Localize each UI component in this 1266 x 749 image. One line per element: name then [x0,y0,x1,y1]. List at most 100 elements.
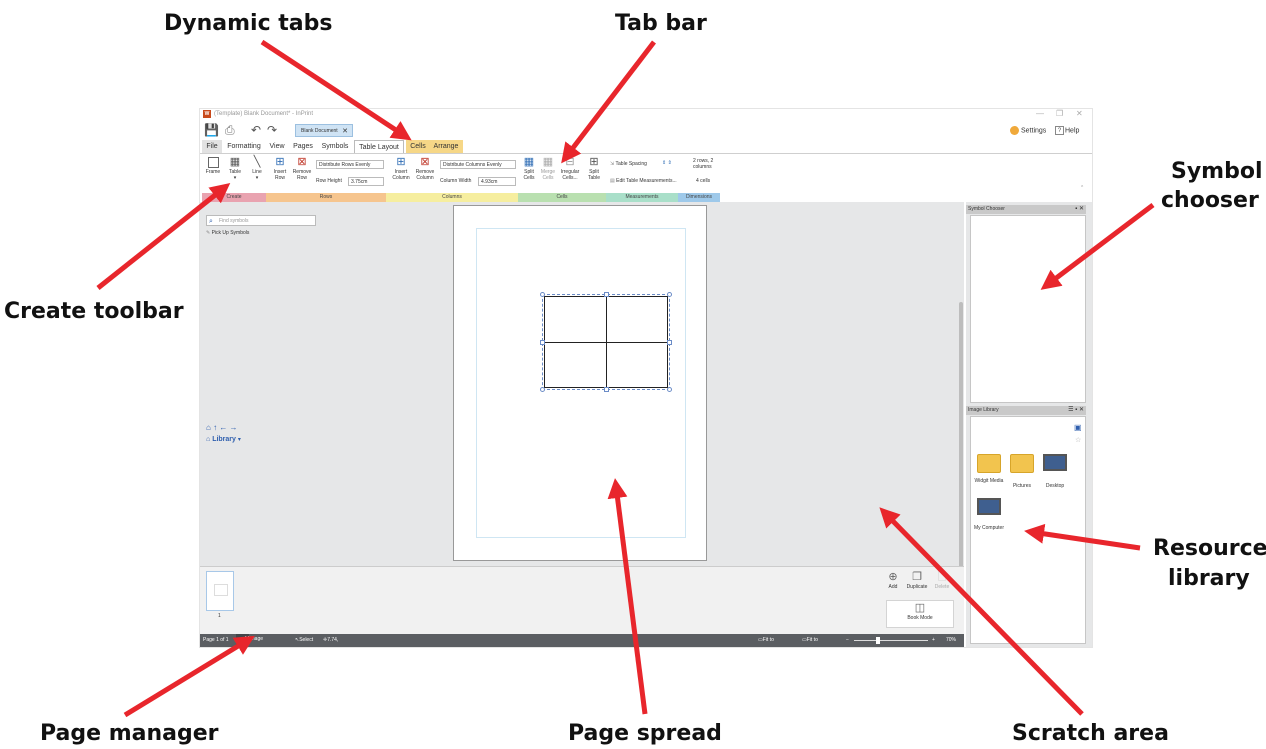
symbol-search-input[interactable]: ⌕ Find symbols [206,215,316,226]
tab-view[interactable]: View [266,140,288,153]
line-icon: ╲ [253,156,261,168]
duplicate-page-button[interactable]: ❐ Duplicate [904,571,930,590]
edit-measurements-button[interactable]: ▤ Edit Table Measurements... [610,177,677,186]
scratch-area[interactable] [200,202,964,632]
delete-page-button[interactable]: 🗋 Delete [932,571,952,590]
table-object[interactable] [544,296,668,388]
pictures-folder-icon[interactable] [1010,454,1034,473]
manage-pages-button[interactable]: ▼ Manage Pages [236,634,263,645]
help-icon: ? [1055,126,1064,135]
tab-file[interactable]: File [202,140,222,153]
resize-handle-top-right[interactable] [667,292,672,297]
irregular-cells-button[interactable]: ⊟ Irregular Cells... [558,156,582,181]
up-arrow-icon[interactable]: ↑ [213,423,217,432]
line-button[interactable]: ╲ Line ▾ [246,156,268,181]
dimensions-summary: 2 rows, 2 columns [693,158,714,170]
back-arrow-icon[interactable]: ← [219,423,227,432]
remove-row-label: Remove Row [292,169,312,181]
tab-cells[interactable]: Cells [408,140,428,153]
favorite-star-icon[interactable]: ☆ [1075,436,1081,444]
table-button[interactable]: ▦ Table ▾ [224,156,246,181]
redo-icon[interactable]: ↷ [267,123,277,137]
zoom-out-icon[interactable]: − [846,634,849,647]
add-page-icon: ⊕ [888,571,898,583]
split-table-button[interactable]: ⊞ Split Table [584,156,604,181]
save-icon[interactable]: 💾 [204,123,219,137]
insert-column-button[interactable]: ⊞ Insert Column [390,156,412,181]
page-spread[interactable] [453,205,707,561]
duplicate-icon: ❐ [912,571,922,583]
distribute-rows-button[interactable]: Distribute Rows Evenly [316,160,384,169]
panel-close-icon[interactable]: ▪ ✕ [1075,205,1084,214]
library-heading[interactable]: ⌂ Library ▾ [206,436,241,443]
frame-icon [207,157,219,168]
callout-resource-library-2: library [1168,566,1250,591]
resize-handle-top-left[interactable] [540,292,545,297]
forward-arrow-icon[interactable]: → [230,423,238,432]
zoom-in-icon[interactable]: + [932,634,935,647]
row-height-field[interactable]: 3.75cm [348,177,384,186]
callout-symbol-chooser-2: chooser [1161,188,1259,213]
library-close-icon[interactable]: ☰ ▪ ✕ [1068,406,1084,415]
table-spacing-button[interactable]: ⇲ Table Spacing [610,160,647,169]
widgit-media-folder-icon[interactable] [977,454,1001,473]
distribute-columns-button[interactable]: Distribute Columns Evenly [440,160,516,169]
remove-column-button[interactable]: ⊠ Remove Column [413,156,437,181]
minimize-icon[interactable]: — [1036,109,1044,118]
row-height-label: Row Height [316,178,342,184]
callout-symbol-chooser-1: Symbol [1171,159,1263,184]
split-cells-button[interactable]: ▦ Split Cells [520,156,538,181]
zoom-slider[interactable] [854,640,928,641]
title-bar: W (Template) Blank Document* - InPrint —… [200,109,1092,121]
tab-formatting[interactable]: Formatting [224,140,264,153]
spacing-steppers[interactable]: ⇕ ⇕ [662,159,672,168]
add-page-button[interactable]: ⊕ Add [884,571,902,590]
collapse-ribbon-icon[interactable]: ⌃ [1080,184,1084,193]
book-mode-button[interactable]: ◫ Book Mode [886,600,954,628]
irregular-cells-label: Irregular Cells... [560,169,580,181]
document-tab[interactable]: Blank Document ✕ [295,124,353,137]
column-width-field[interactable]: 4.93cm [478,177,516,186]
restore-icon[interactable]: ❐ [1056,109,1063,118]
settings-button[interactable]: Settings [1010,126,1046,136]
select-tool[interactable]: ↖ Select [295,634,313,647]
my-computer-icon[interactable] [977,498,1001,515]
resize-handle-left[interactable] [540,340,545,345]
column-width-label: Column Width [440,178,472,184]
resize-handle-bottom-left[interactable] [540,387,545,392]
zoom-slider-handle[interactable] [876,637,880,644]
group-cells: Cells [518,193,606,202]
undo-icon[interactable]: ↶ [251,123,261,137]
table-grid-icon: ▦ [229,156,241,168]
close-window-icon[interactable]: ✕ [1076,109,1083,118]
fit-height-button[interactable]: ▭ Fit to Height [802,634,818,647]
remove-row-button[interactable]: ⊠ Remove Row [291,156,313,181]
resize-handle-right[interactable] [667,340,672,345]
tab-table-layout[interactable]: Table Layout [354,140,404,153]
close-document-icon[interactable]: ✕ [342,125,348,138]
manage-pages-label: Manage Pages [244,636,264,642]
desktop-icon[interactable] [1043,454,1067,471]
frame-button[interactable]: Frame [202,156,224,175]
quick-access-toolbar: 💾 ⎙ ↶ ↷ Blank Document ✕ [200,122,1092,139]
open-folder-icon[interactable]: ▣ [1074,423,1082,432]
resize-handle-bottom[interactable] [604,387,609,392]
insert-row-button[interactable]: ⊞ Insert Row [270,156,290,181]
tab-arrange[interactable]: Arrange [431,140,461,153]
home-icon[interactable]: ⌂ [206,423,211,432]
help-button[interactable]: ? Help [1055,126,1079,136]
pick-up-symbols-button[interactable]: ✎ Pick Up Symbols [206,230,249,236]
resize-handle-bottom-right[interactable] [667,387,672,392]
remove-column-icon: ⊠ [420,156,430,168]
delete-label: Delete [934,584,950,590]
print-icon[interactable]: ⎙ [225,123,235,137]
line-label: Line [252,169,262,175]
library-heading-label: Library [212,436,236,443]
fit-width-button[interactable]: ▭ Fit to Width [758,634,774,647]
page-thumbnail[interactable] [206,571,234,611]
resize-handle-top[interactable] [604,292,609,297]
merge-cells-icon: ▦ [542,156,554,168]
merge-cells-button[interactable]: ▦ Merge Cells [539,156,557,181]
tab-symbols[interactable]: Symbols [318,140,352,153]
tab-pages[interactable]: Pages [290,140,316,153]
